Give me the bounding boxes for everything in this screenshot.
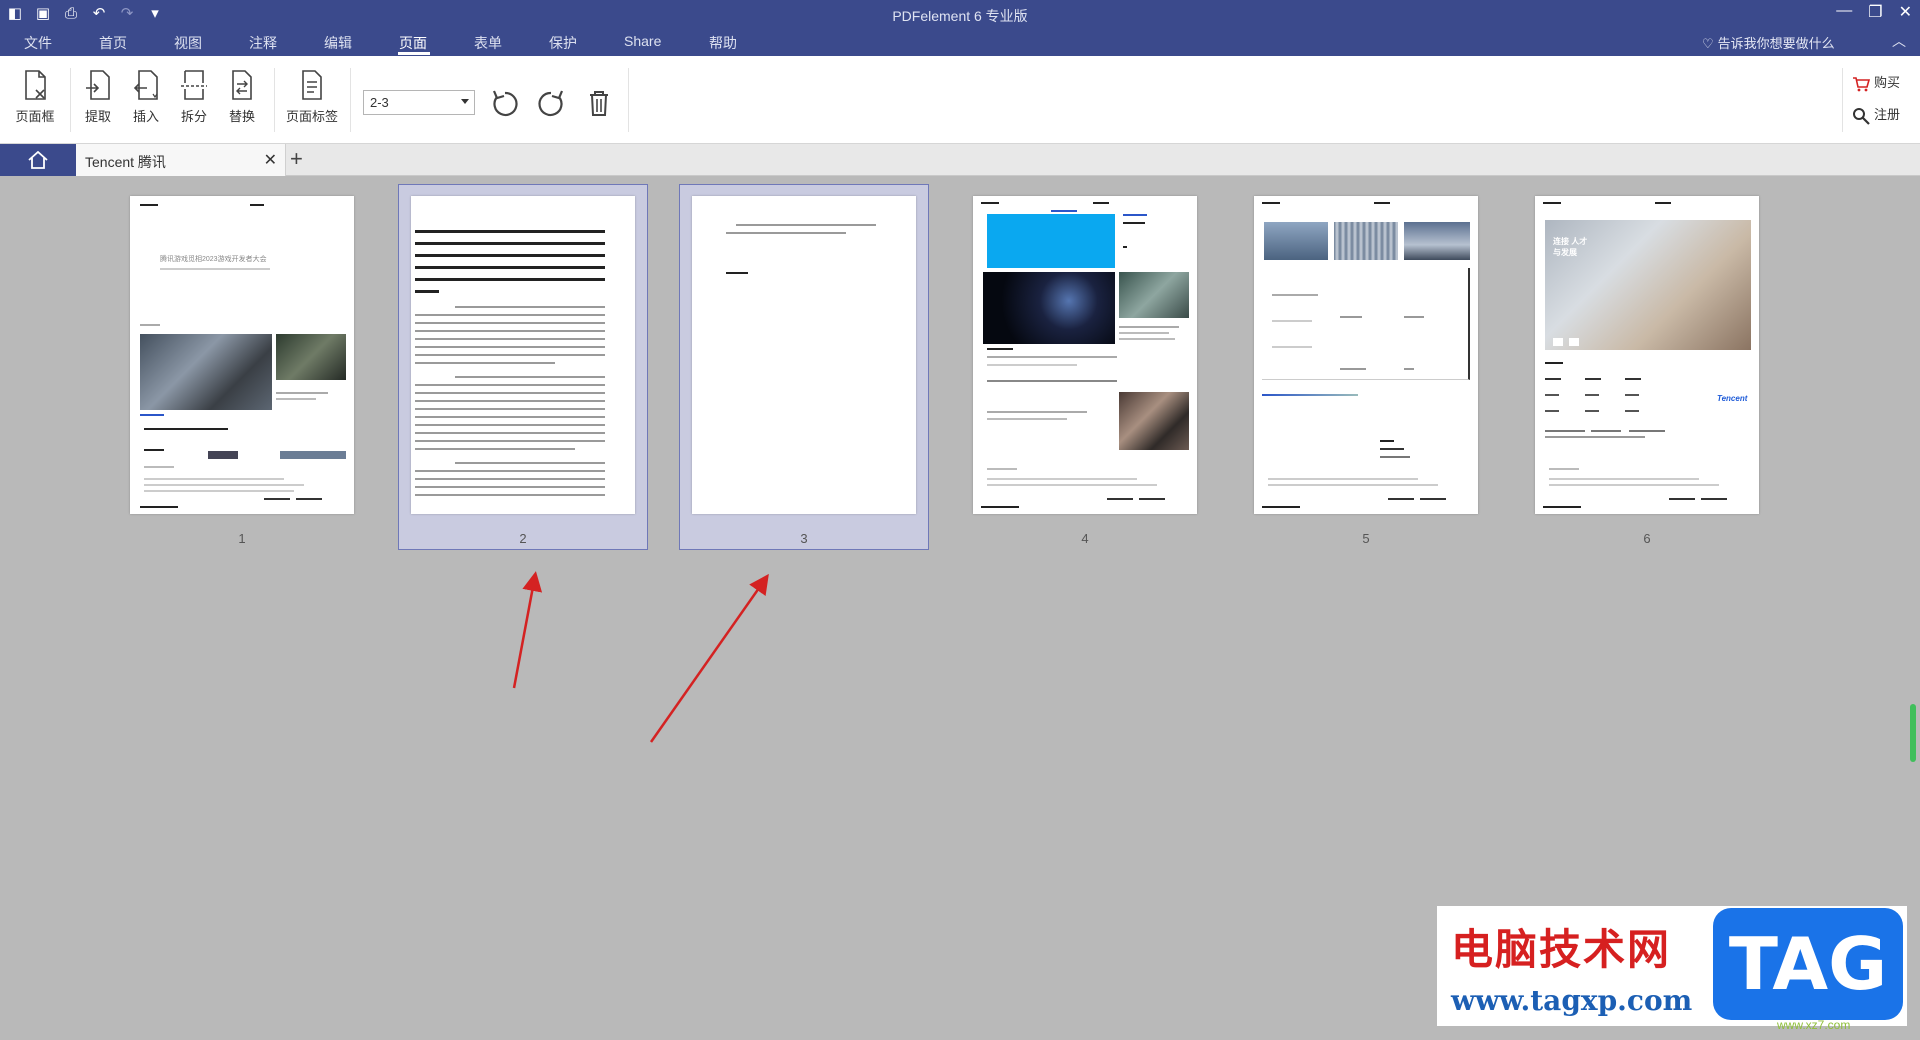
watermark: 电脑技术网 www.tagxp.com TAG www.xz7.com <box>1437 906 1907 1032</box>
annotation-arrows <box>512 571 769 743</box>
watermark-title: 电脑技术网 <box>1451 925 1672 974</box>
red-arrow <box>512 571 543 689</box>
watermark-url: www.tagxp.com <box>1451 984 1693 1017</box>
watermark-tag-logo: TAG <box>1713 908 1903 1020</box>
red-arrow <box>649 573 769 743</box>
watermark-small-url: www.xz7.com <box>1777 1018 1851 1032</box>
vertical-scrollbar[interactable] <box>1910 704 1916 762</box>
